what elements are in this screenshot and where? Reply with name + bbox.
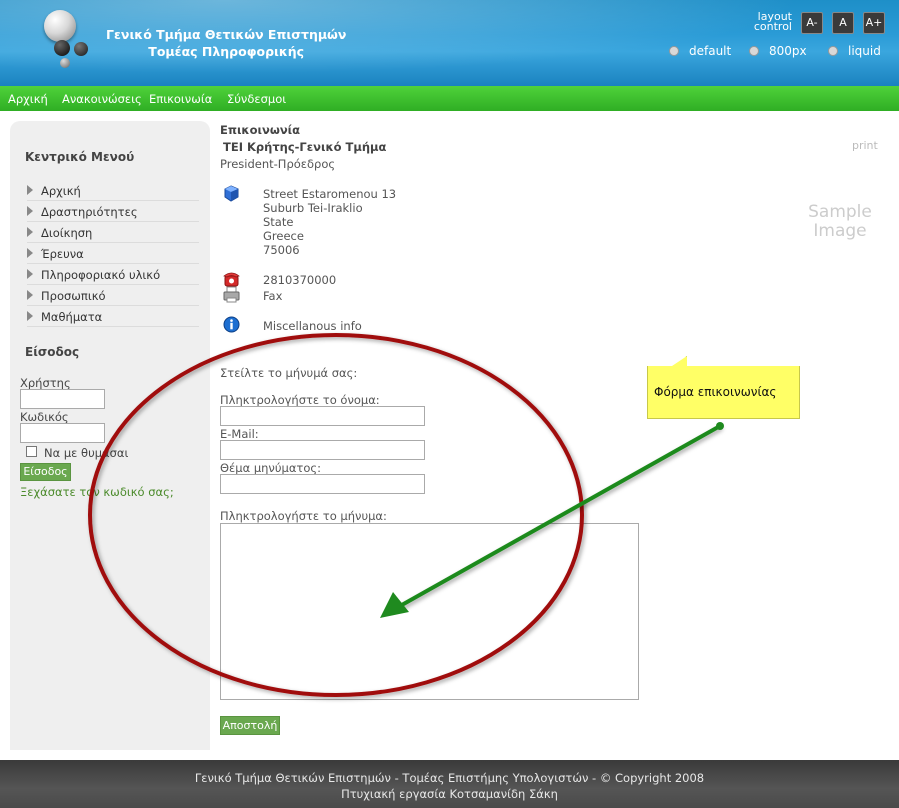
nav-item-links[interactable]: Σύνδεσμοι [227, 92, 286, 106]
address-country: Greece [263, 229, 304, 243]
form-intro: Στείλτε το μήνυμά σας: [220, 366, 358, 380]
info-icon [223, 316, 240, 333]
fax-label: Fax [263, 289, 283, 303]
nav-item-home[interactable]: Αρχική [8, 92, 48, 106]
sidebar-item-label: Διοίκηση [41, 226, 93, 240]
sidebar-item-info-material[interactable]: Πληροφοριακό υλικό [27, 265, 199, 285]
layout-option-label: 800px [769, 44, 807, 58]
site-header: Γενικό Τμήμα Θετικών Επιστημών Τομέας Πλ… [0, 0, 899, 86]
logo-ball-small [60, 58, 70, 68]
site-title: Γενικό Τμήμα Θετικών Επιστημών Τομέας Πλ… [106, 26, 346, 60]
layout-option-800px[interactable]: 800px [749, 44, 807, 58]
site-footer: Γενικό Τμήμα Θετικών Επιστημών - Τομέας … [0, 760, 899, 808]
name-label: Πληκτρολογήστε το όνομα: [220, 393, 380, 407]
footer-credit: Πτυχιακή εργασία Κοτσαμανίδη Σάκη [341, 787, 558, 801]
sidebar-item-label: Έρευνα [41, 247, 84, 261]
font-reset-button[interactable]: A [832, 12, 854, 34]
logo-ball-dark-2 [74, 42, 88, 56]
sidebar-item-label: Δραστηριότητες [41, 205, 138, 219]
remember-me-checkbox[interactable] [26, 446, 37, 457]
bullet-arrow-icon [27, 185, 33, 195]
sample-image: Sample Image [805, 203, 875, 241]
address-suburb: Suburb Tei-Iraklio [263, 201, 363, 215]
top-nav: Αρχική Ανακοινώσεις Επικοινωία Σύνδεσμοι [0, 86, 899, 111]
font-decrease-button[interactable]: A- [801, 12, 823, 34]
fax-icon [223, 286, 240, 303]
contact-organization: ΤΕΙ Κρήτης-Γενικό Τμήμα [223, 140, 387, 154]
address-postcode: 75006 [263, 243, 300, 257]
misc-info: Miscellanous info [263, 319, 362, 333]
bullet-arrow-icon [27, 311, 33, 321]
subject-input[interactable] [220, 474, 425, 494]
login-button[interactable]: Είσοδος [20, 463, 71, 481]
subject-label: Θέμα μηνύματος: [220, 461, 321, 475]
email-label: E-Mail: [220, 427, 259, 441]
username-label: Χρήστης [20, 376, 71, 390]
bullet-arrow-icon [27, 248, 33, 258]
name-input[interactable] [220, 406, 425, 426]
font-increase-button[interactable]: A+ [863, 12, 885, 34]
logo-ball-large [44, 10, 76, 42]
print-link[interactable]: print [852, 139, 878, 152]
email-input[interactable] [220, 440, 425, 460]
phone-icon [223, 272, 240, 287]
radio-icon [749, 46, 759, 56]
address-street: Street Estaromenou 13 [263, 187, 397, 201]
main-content: Επικοινωνία ΤΕΙ Κρήτης-Γενικό Τμήμα Pres… [220, 121, 890, 750]
message-label: Πληκτρολογήστε το μήνυμα: [220, 509, 387, 523]
site-title-line2: Τομέας Πληροφορικής [148, 44, 305, 59]
layout-control-line2: control [753, 20, 792, 33]
sidebar-item-activities[interactable]: Δραστηριότητες [27, 202, 199, 222]
layout-option-liquid[interactable]: liquid [828, 44, 881, 58]
password-label: Κωδικός [20, 410, 69, 424]
nav-item-announcements[interactable]: Ανακοινώσεις [62, 92, 142, 106]
radio-icon [669, 46, 679, 56]
main-menu-heading: Κεντρικό Μενού [25, 150, 135, 164]
address-icon [224, 185, 239, 202]
site-title-line1: Γενικό Τμήμα Θετικών Επιστημών [106, 27, 347, 42]
sidebar: Κεντρικό Μενού Αρχική Δραστηριότητες Διο… [10, 121, 210, 750]
address-block: Street Estaromenou 13 Suburb Tei-Iraklio… [263, 187, 396, 257]
annotation-note-text: Φόρμα επικοινωνίας [654, 385, 777, 399]
remember-me-label: Να με θυμάσαι [44, 446, 129, 460]
site-logo [22, 6, 102, 78]
nav-item-contact[interactable]: Επικοινωία [149, 92, 212, 106]
bullet-arrow-icon [27, 227, 33, 237]
contact-role: President-Πρόεδρος [220, 157, 336, 171]
page-title: Επικοινωνία [220, 123, 301, 137]
message-textarea[interactable] [220, 523, 639, 700]
sidebar-item-label: Αρχική [41, 184, 81, 198]
sidebar-item-label: Προσωπικό [41, 289, 106, 303]
sidebar-item-label: Μαθήματα [41, 310, 103, 324]
bullet-arrow-icon [27, 269, 33, 279]
layout-option-label: liquid [848, 44, 881, 58]
layout-control-label: layout control [748, 11, 792, 33]
phone-number: 2810370000 [263, 273, 337, 287]
login-heading: Είσοδος [25, 345, 80, 359]
sidebar-item-home[interactable]: Αρχική [27, 181, 199, 201]
bullet-arrow-icon [27, 206, 33, 216]
sidebar-item-label: Πληροφοριακό υλικό [41, 268, 161, 282]
password-input[interactable] [20, 423, 105, 443]
layout-option-default[interactable]: default [669, 44, 731, 58]
radio-icon [828, 46, 838, 56]
sidebar-item-research[interactable]: Έρευνα [27, 244, 199, 264]
layout-option-label: default [689, 44, 732, 58]
username-input[interactable] [20, 389, 105, 409]
sidebar-item-courses[interactable]: Μαθήματα [27, 307, 199, 327]
send-button[interactable]: Αποστολή [220, 716, 280, 735]
footer-copyright: Γενικό Τμήμα Θετικών Επιστημών - Τομέας … [194, 771, 705, 785]
sidebar-item-staff[interactable]: Προσωπικό [27, 286, 199, 306]
address-state: State [263, 215, 294, 229]
sample-image-line2: Image [813, 221, 867, 241]
sidebar-item-administration[interactable]: Διοίκηση [27, 223, 199, 243]
bullet-arrow-icon [27, 290, 33, 300]
sample-image-line1: Sample [808, 202, 872, 222]
logo-ball-dark [54, 40, 70, 56]
forgot-password-link[interactable]: Ξεχάσατε τον κωδικό σας; [20, 485, 174, 499]
